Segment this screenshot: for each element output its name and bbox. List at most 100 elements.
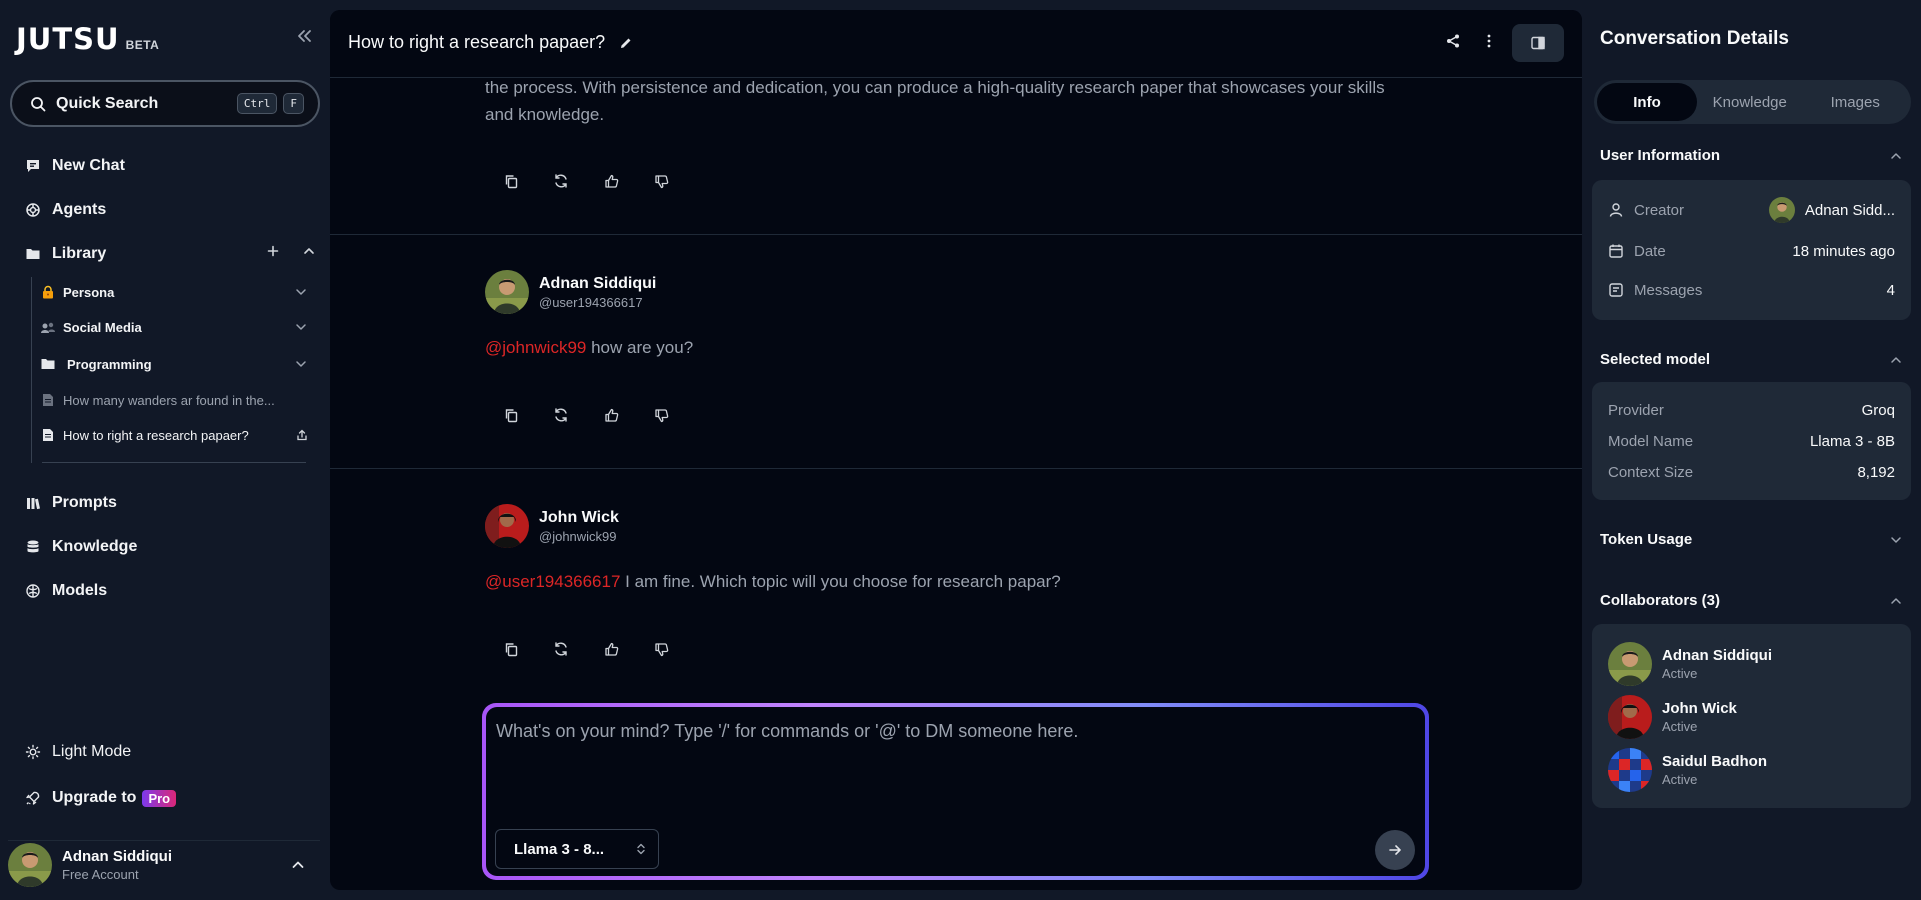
library-item-programming[interactable]: Programming bbox=[40, 352, 308, 376]
context-size-value: 8,192 bbox=[1857, 463, 1895, 481]
app-logo[interactable]: JUTSU BETA bbox=[16, 22, 159, 56]
nav-knowledge[interactable]: Knowledge bbox=[24, 535, 137, 559]
message-body: how are you? bbox=[586, 338, 694, 357]
library-item-social-media[interactable]: Social Media bbox=[40, 315, 308, 339]
message-actions bbox=[502, 406, 670, 424]
chat-title-text: How to right a research papaer? bbox=[348, 32, 606, 52]
avatar bbox=[8, 842, 52, 887]
thumbs-down-icon[interactable] bbox=[652, 640, 670, 658]
tree-divider bbox=[42, 462, 306, 463]
message-divider bbox=[330, 234, 1582, 235]
user-name: Adnan Siddiqui bbox=[62, 847, 172, 865]
chevron-down-icon bbox=[1889, 533, 1903, 547]
user-info-card: Creator Adnan Sidd... Date 18 minutes ag… bbox=[1592, 180, 1911, 320]
collaborators-card: Adnan Siddiqui Active John Wick Active S… bbox=[1592, 624, 1911, 808]
library-item-persona[interactable]: Persona bbox=[40, 280, 308, 304]
tab-info[interactable]: Info bbox=[1597, 83, 1697, 121]
regenerate-icon[interactable] bbox=[552, 640, 570, 658]
message-composer: What's on your mind? Type '/' for comman… bbox=[482, 703, 1429, 880]
logo-text: JUTSU bbox=[16, 22, 120, 56]
section-collaborators[interactable]: Collaborators (3) bbox=[1600, 592, 1903, 609]
avatar[interactable] bbox=[485, 504, 529, 548]
thumbs-down-icon[interactable] bbox=[652, 172, 670, 190]
chevron-up-down-icon bbox=[636, 843, 646, 855]
chevron-up-icon[interactable] bbox=[290, 857, 306, 873]
section-user-information[interactable]: User Information bbox=[1600, 147, 1903, 164]
model-card: Provider Groq Model Name Llama 3 - 8B Co… bbox=[1592, 382, 1911, 500]
arrow-right-icon bbox=[1387, 842, 1403, 858]
nav-prompts-label: Prompts bbox=[52, 494, 117, 511]
chat-title: How to right a research papaer? bbox=[348, 32, 633, 53]
quick-search-button[interactable]: Quick Search Ctrl F bbox=[10, 80, 320, 127]
add-icon[interactable] bbox=[266, 244, 280, 258]
lock-icon bbox=[40, 284, 56, 300]
message-input[interactable]: What's on your mind? Type '/' for comman… bbox=[496, 721, 1078, 742]
beta-badge: BETA bbox=[125, 38, 160, 52]
avatar[interactable] bbox=[485, 270, 529, 314]
section-token-usage[interactable]: Token Usage bbox=[1600, 531, 1903, 548]
nav-models[interactable]: Models bbox=[24, 579, 107, 603]
collaborator-status: Active bbox=[1662, 719, 1698, 734]
nav-agents[interactable]: Agents bbox=[24, 198, 106, 222]
regenerate-icon[interactable] bbox=[552, 172, 570, 190]
library-item-label: Persona bbox=[63, 284, 115, 300]
share-icon[interactable] bbox=[1445, 33, 1461, 49]
model-selector[interactable]: Llama 3 - 8... bbox=[495, 829, 659, 869]
more-options-icon[interactable] bbox=[1486, 33, 1492, 49]
tab-images[interactable]: Images bbox=[1803, 83, 1909, 121]
thumbs-up-icon[interactable] bbox=[602, 172, 620, 190]
model-selector-label: Llama 3 - 8... bbox=[514, 840, 605, 858]
folder-icon bbox=[24, 245, 42, 263]
avatar bbox=[1608, 642, 1652, 686]
message-body: I am fine. Which topic will you choose f… bbox=[620, 572, 1061, 591]
copy-icon[interactable] bbox=[502, 640, 520, 658]
toggle-panel-button[interactable] bbox=[1512, 24, 1564, 62]
copy-icon[interactable] bbox=[502, 406, 520, 424]
user-profile[interactable]: Adnan Siddiqui Free Account bbox=[8, 840, 320, 888]
share-icon[interactable] bbox=[296, 429, 308, 441]
library-item-chat-active[interactable]: How to right a research papaer? bbox=[40, 423, 308, 447]
thumbs-down-icon[interactable] bbox=[652, 406, 670, 424]
collaborator-item[interactable]: John Wick Active bbox=[1608, 695, 1737, 739]
edit-icon[interactable] bbox=[619, 36, 633, 50]
chevron-down-icon[interactable] bbox=[294, 357, 308, 371]
collaborator-item[interactable]: Saidul Badhon Active bbox=[1608, 748, 1767, 792]
message-author: Adnan Siddiqui @user194366617 bbox=[485, 270, 656, 314]
nav-prompts[interactable]: Prompts bbox=[24, 491, 117, 515]
search-icon bbox=[30, 96, 46, 112]
tab-knowledge[interactable]: Knowledge bbox=[1697, 83, 1803, 121]
light-mode-toggle[interactable]: Light Mode bbox=[24, 740, 131, 764]
chevron-down-icon[interactable] bbox=[294, 285, 308, 299]
database-icon bbox=[24, 538, 42, 556]
copy-icon[interactable] bbox=[502, 172, 520, 190]
calendar-icon bbox=[1608, 243, 1626, 259]
collapse-sidebar-icon[interactable] bbox=[292, 24, 316, 48]
nav-library[interactable]: Library bbox=[24, 242, 106, 266]
collaborator-name: John Wick bbox=[1662, 700, 1737, 717]
nav-models-label: Models bbox=[52, 582, 108, 599]
chevron-down-icon[interactable] bbox=[294, 320, 308, 334]
message-actions bbox=[502, 172, 670, 190]
light-mode-label: Light Mode bbox=[52, 743, 132, 760]
user-plan: Free Account bbox=[62, 866, 139, 882]
bars-icon bbox=[24, 494, 42, 512]
library-item-chat[interactable]: How many wanders ar found in the... bbox=[40, 388, 308, 412]
thumbs-up-icon[interactable] bbox=[602, 640, 620, 658]
chevron-up-icon[interactable] bbox=[302, 244, 316, 258]
model-name-row: Model Name Llama 3 - 8B bbox=[1608, 430, 1895, 452]
author-handle: @user194366617 bbox=[539, 294, 643, 310]
upgrade-button[interactable]: Upgrade to Pro bbox=[24, 786, 177, 810]
send-button[interactable] bbox=[1375, 830, 1415, 870]
regenerate-icon[interactable] bbox=[552, 406, 570, 424]
date-row: Date 18 minutes ago bbox=[1608, 239, 1895, 263]
avatar bbox=[1768, 197, 1795, 223]
section-selected-model[interactable]: Selected model bbox=[1600, 351, 1903, 368]
collaborator-item[interactable]: Adnan Siddiqui Active bbox=[1608, 642, 1772, 686]
library-item-label: How to right a research papaer? bbox=[63, 427, 249, 443]
nav-new-chat[interactable]: New Chat bbox=[24, 154, 125, 178]
thumbs-up-icon[interactable] bbox=[602, 406, 620, 424]
mention-link[interactable]: @user194366617 bbox=[485, 572, 620, 591]
messages-label: Messages bbox=[1634, 281, 1703, 299]
library-item-label: How many wanders ar found in the... bbox=[63, 392, 275, 408]
mention-link[interactable]: @johnwick99 bbox=[485, 338, 586, 357]
